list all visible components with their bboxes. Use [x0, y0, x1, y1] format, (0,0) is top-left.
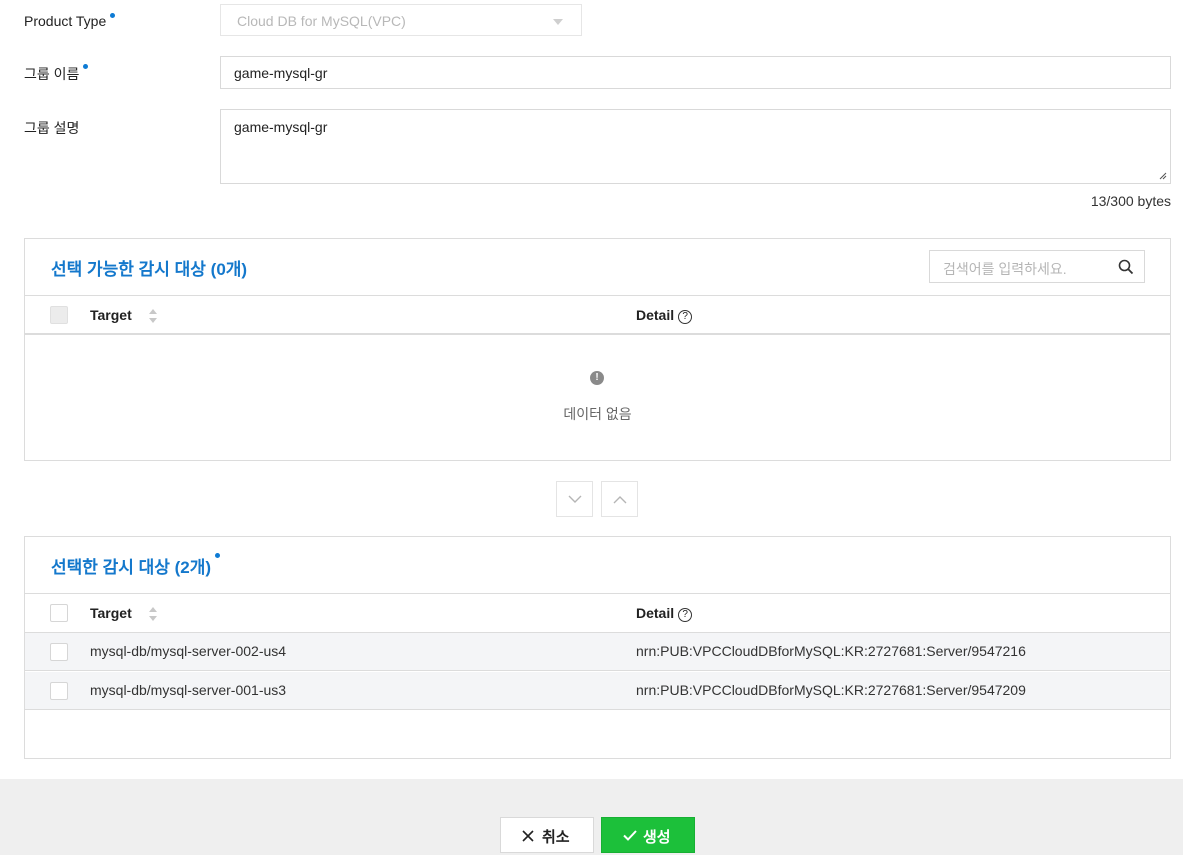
check-icon: [623, 830, 637, 841]
column-detail: Detail?: [636, 307, 693, 324]
column-detail: Detail?: [636, 605, 693, 622]
column-target: Target: [90, 605, 132, 621]
table-header: Target Detail?: [25, 295, 1170, 335]
chevron-down-icon: [553, 19, 563, 25]
table-header: Target Detail?: [25, 593, 1170, 633]
help-icon[interactable]: ?: [678, 608, 693, 622]
cancel-button[interactable]: 취소: [500, 817, 594, 853]
close-icon: [522, 830, 534, 842]
search-icon[interactable]: [1118, 259, 1134, 275]
available-targets-title: 선택 가능한 감시 대상 (0개): [51, 260, 248, 279]
move-down-button[interactable]: [556, 481, 593, 517]
create-button[interactable]: 생성: [601, 817, 695, 853]
group-desc-value: game-mysql-gr: [234, 119, 328, 135]
info-icon: !: [590, 371, 604, 385]
group-desc-label: 그룹 설명: [24, 120, 80, 136]
sort-icon[interactable]: [148, 308, 158, 324]
search-input[interactable]: 검색어를 입력하세요.: [929, 250, 1145, 283]
selected-targets-title: 선택한 감시 대상 (2개): [51, 553, 221, 578]
help-icon[interactable]: ?: [678, 310, 693, 324]
product-type-select[interactable]: Cloud DB for MySQL(VPC): [220, 4, 582, 36]
group-desc-textarea[interactable]: game-mysql-gr: [220, 109, 1171, 184]
byte-counter: 13/300 bytes: [1090, 193, 1171, 209]
available-targets-panel: 선택 가능한 감시 대상 (0개) 검색어를 입력하세요. Target Det…: [24, 238, 1171, 461]
chevron-up-icon: [613, 496, 627, 504]
search-placeholder: 검색어를 입력하세요.: [943, 261, 1067, 277]
product-type-label: Product Type: [24, 13, 116, 29]
required-indicator: [215, 553, 221, 558]
row-detail: nrn:PUB:VPCCloudDBforMySQL:KR:2727681:Se…: [636, 682, 1026, 698]
column-target: Target: [90, 307, 132, 323]
required-indicator: [110, 13, 116, 18]
create-label: 생성: [643, 829, 671, 846]
resize-handle-icon[interactable]: [1159, 172, 1167, 180]
row-checkbox[interactable]: [50, 682, 68, 700]
row-target: mysql-db/mysql-server-001-us3: [90, 682, 287, 698]
table-row[interactable]: mysql-db/mysql-server-001-us3 nrn:PUB:VP…: [25, 672, 1170, 710]
empty-state-text: 데이터 없음: [563, 406, 632, 422]
select-all-checkbox[interactable]: [50, 604, 68, 622]
cancel-label: 취소: [542, 829, 570, 846]
move-up-button[interactable]: [601, 481, 638, 517]
table-row[interactable]: mysql-db/mysql-server-002-us4 nrn:PUB:VP…: [25, 633, 1170, 671]
row-target: mysql-db/mysql-server-002-us4: [90, 643, 287, 659]
chevron-down-icon: [568, 495, 582, 503]
sort-icon[interactable]: [148, 606, 158, 622]
product-type-value: Cloud DB for MySQL(VPC): [237, 13, 406, 29]
row-detail: nrn:PUB:VPCCloudDBforMySQL:KR:2727681:Se…: [636, 643, 1026, 659]
group-name-input[interactable]: game-mysql-gr: [220, 56, 1171, 89]
footer-bar: 취소 생성: [0, 779, 1183, 855]
selected-targets-panel: 선택한 감시 대상 (2개) Target Detail? mysql-db/m…: [24, 536, 1171, 759]
row-checkbox[interactable]: [50, 643, 68, 661]
select-all-checkbox[interactable]: [50, 306, 68, 324]
group-name-label: 그룹 이름: [24, 64, 89, 84]
required-indicator: [83, 64, 89, 69]
